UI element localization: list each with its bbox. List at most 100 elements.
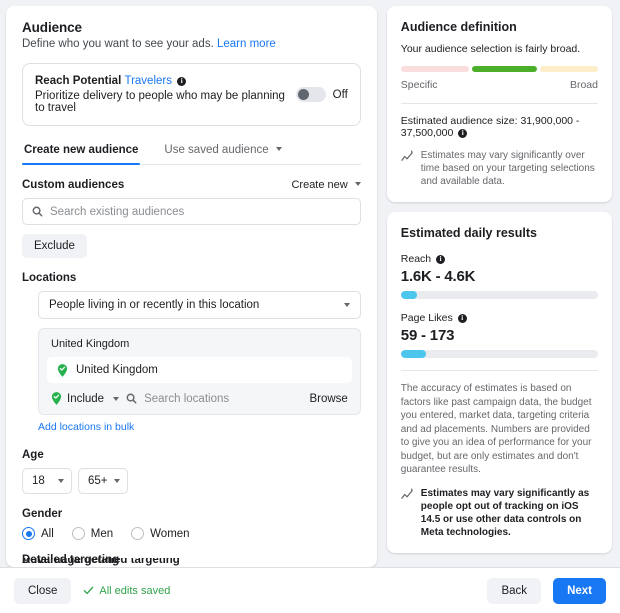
metric-reach-label: Reach <box>401 253 431 265</box>
gender-option-men[interactable]: Men <box>72 527 113 540</box>
close-button[interactable]: Close <box>14 578 71 604</box>
location-include-label: Include <box>67 393 104 405</box>
meter-segment-active <box>472 66 537 72</box>
reach-potential-text: Reach Potential Travelers i Prioritize d… <box>35 75 296 114</box>
location-scope-value: People living in or recently in this loc… <box>49 299 340 311</box>
metric-reach-value: 1.6K - 4.6K <box>401 268 598 285</box>
reach-potential-title-label: Reach Potential <box>35 75 121 87</box>
custom-audiences-search-input[interactable]: Search existing audiences <box>22 198 361 225</box>
gender-option-women-label: Women <box>150 528 189 540</box>
audience-definition-summary: Your audience selection is fairly broad. <box>401 43 598 55</box>
gender-option-all[interactable]: All <box>22 527 54 540</box>
location-group: United Kingdom United Kingdom <box>38 328 361 415</box>
location-scope-dropdown[interactable]: People living in or recently in this loc… <box>38 291 361 319</box>
search-icon <box>32 206 43 217</box>
metric-page-likes-bar <box>401 350 598 358</box>
ads-audience-screen: Audience Define who you want to see your… <box>0 0 620 613</box>
custom-audiences-exclude-button[interactable]: Exclude <box>22 234 87 258</box>
chevron-down-icon <box>276 147 282 151</box>
age-min-value: 18 <box>32 475 45 487</box>
custom-audiences-label: Custom audiences <box>22 179 124 191</box>
location-pin-icon <box>51 392 62 405</box>
audience-definition-note: Estimates may vary significantly over ti… <box>401 149 598 188</box>
location-pin-icon <box>57 364 68 377</box>
reach-potential-toggle-state: Off <box>333 89 348 101</box>
location-search-placeholder[interactable]: Search locations <box>144 393 302 405</box>
tab-use-saved-audience[interactable]: Use saved audience <box>162 144 283 164</box>
next-button[interactable]: Next <box>553 578 606 604</box>
age-section: Age 18 65+ <box>22 449 361 494</box>
radio-icon <box>22 527 35 540</box>
custom-audiences-search-placeholder: Search existing audiences <box>50 206 351 218</box>
estimated-daily-results-title: Estimated daily results <box>401 226 598 240</box>
reach-potential-toggle[interactable] <box>296 87 326 102</box>
gender-option-women[interactable]: Women <box>131 527 189 540</box>
location-include-dropdown[interactable]: Include <box>51 392 119 405</box>
divider <box>401 370 598 371</box>
reach-potential-description: Prioritize delivery to people who may be… <box>35 90 296 114</box>
gender-label: Gender <box>22 508 361 520</box>
advantage-detailed-targeting-clipped: Advantage detailed targeting <box>22 558 361 567</box>
save-status-label: All edits saved <box>99 585 170 597</box>
page-title: Audience <box>22 20 361 35</box>
add-locations-in-bulk-link[interactable]: Add locations in bulk <box>38 421 134 433</box>
location-group-title: United Kingdom <box>47 337 352 357</box>
metric-reach-bar <box>401 291 598 299</box>
chevron-down-icon <box>114 479 120 483</box>
metric-reach-bar-fill <box>401 291 417 299</box>
divider <box>401 103 598 104</box>
custom-audiences-section: Custom audiences Create new Search exist… <box>22 179 361 258</box>
gender-options: All Men Women <box>22 527 361 540</box>
metric-reach-label-row: Reach i <box>401 253 598 265</box>
audience-breadth-labels: Specific Broad <box>401 79 598 91</box>
location-search-bar: Include Search locations Browse <box>47 383 352 406</box>
create-new-audience-dropdown[interactable]: Create new <box>291 179 360 191</box>
info-icon[interactable]: i <box>436 255 445 264</box>
meter-label-specific: Specific <box>401 79 438 91</box>
info-icon[interactable]: i <box>458 314 467 323</box>
audience-definition-title: Audience definition <box>401 20 598 34</box>
ios-tracking-note: Estimates may vary significantly as peop… <box>401 487 598 539</box>
age-max-dropdown[interactable]: 65+ <box>78 468 128 494</box>
estimated-audience-size-label: Estimated audience size: <box>401 115 518 127</box>
metric-page-likes-label-row: Page Likes i <box>401 312 598 324</box>
reach-potential-highlight[interactable]: Travelers <box>124 75 172 87</box>
locations-section: Locations People living in or recently i… <box>22 272 361 435</box>
metric-page-likes-value: 59 - 173 <box>401 327 598 344</box>
reach-potential-card: Reach Potential Travelers i Prioritize d… <box>22 63 361 126</box>
page-subtitle: Define who you want to see your ads. Lea… <box>22 38 361 50</box>
locations-browse-button[interactable]: Browse <box>309 393 347 405</box>
toggle-knob <box>298 89 309 100</box>
audience-tabs: Create new audience Use saved audience <box>22 144 361 165</box>
gender-option-all-label: All <box>41 528 54 540</box>
locations-label: Locations <box>22 272 361 284</box>
info-icon[interactable]: i <box>177 77 186 86</box>
learn-more-link[interactable]: Learn more <box>217 38 276 50</box>
estimates-disclaimer: The accuracy of estimates is based on fa… <box>401 382 598 477</box>
estimates-panel: Audience definition Your audience select… <box>387 6 612 567</box>
age-min-dropdown[interactable]: 18 <box>22 468 72 494</box>
chevron-down-icon <box>113 397 119 401</box>
metric-page-likes-bar-fill <box>401 350 427 358</box>
audience-definition-note-text: Estimates may vary significantly over ti… <box>421 149 598 188</box>
ios-tracking-note-text: Estimates may vary significantly as peop… <box>421 487 598 539</box>
radio-icon <box>131 527 144 540</box>
metric-reach: Reach i 1.6K - 4.6K <box>401 253 598 299</box>
tab-create-new-audience-label: Create new audience <box>24 144 138 156</box>
trend-chart-icon <box>401 150 414 163</box>
reach-potential-title: Reach Potential Travelers i <box>35 75 296 87</box>
radio-icon <box>72 527 85 540</box>
age-max-value: 65+ <box>88 475 108 487</box>
check-icon <box>83 585 94 596</box>
reach-potential-toggle-wrap: Off <box>296 87 348 102</box>
search-icon <box>126 393 137 404</box>
estimated-audience-size: Estimated audience size: 31,900,000 - 37… <box>401 115 598 139</box>
create-new-audience-label: Create new <box>291 179 347 191</box>
age-controls: 18 65+ <box>22 468 361 494</box>
back-button[interactable]: Back <box>487 578 541 604</box>
chevron-down-icon <box>344 303 350 307</box>
gender-section: Gender All Men Women <box>22 508 361 540</box>
info-icon[interactable]: i <box>458 129 467 138</box>
location-chip[interactable]: United Kingdom <box>47 357 352 383</box>
tab-create-new-audience[interactable]: Create new audience <box>22 144 140 164</box>
